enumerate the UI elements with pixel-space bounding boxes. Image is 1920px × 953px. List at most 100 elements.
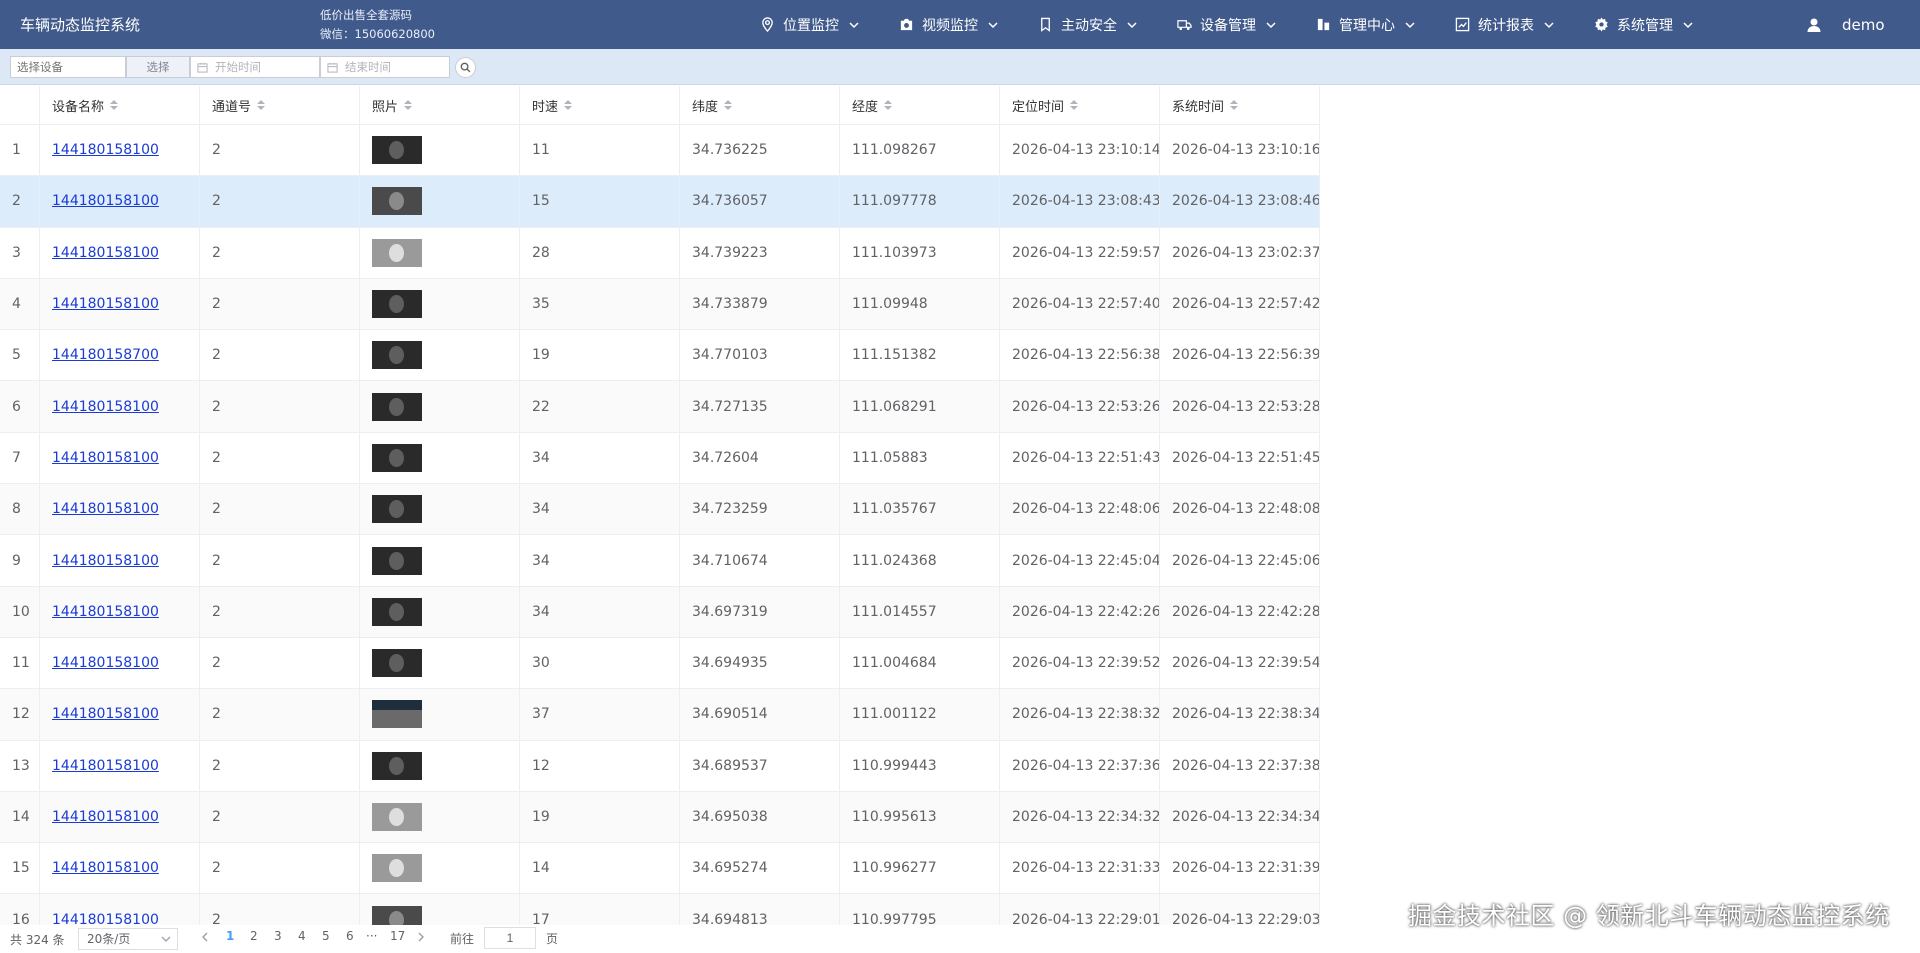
- photo-thumbnail[interactable]: [372, 546, 422, 575]
- photo-thumbnail[interactable]: [372, 187, 422, 216]
- table-row[interactable]: 15 144180158100 2 14 34.695274 110.996277 2026…: [0, 843, 1320, 895]
- search-button[interactable]: [455, 57, 476, 78]
- device-link[interactable]: 144180158100: [52, 193, 159, 209]
- page-5[interactable]: 5: [322, 929, 330, 943]
- table-row[interactable]: 7 144180158100 2 34 34.72604 111.05883 2026-04…: [0, 432, 1320, 485]
- device-link[interactable]: 144180158100: [52, 501, 159, 517]
- table-row[interactable]: 10 144180158100 2 34 34.697319 111.014557 2026…: [0, 586, 1320, 638]
- channel-cell: 2: [200, 330, 360, 381]
- device-name-cell: 144180158100: [40, 637, 200, 689]
- photo-thumbnail[interactable]: [372, 751, 422, 780]
- longitude-cell: 111.097778: [840, 176, 1000, 227]
- longitude-cell: 111.151382: [840, 330, 1000, 381]
- table-row[interactable]: 8 144180158100 2 34 34.723259 111.035767 2026-…: [0, 484, 1320, 536]
- photo-thumbnail[interactable]: [372, 597, 422, 626]
- table-row[interactable]: 9 144180158100 2 34 34.710674 111.024368 2026-…: [0, 535, 1320, 587]
- page-3[interactable]: 3: [274, 929, 282, 943]
- user-menu[interactable]: demo: [1806, 0, 1885, 49]
- table-row[interactable]: 11 144180158100 2 30 34.694935 111.004684 2026…: [0, 637, 1320, 690]
- photo-thumbnail[interactable]: [372, 803, 422, 831]
- device-link[interactable]: 144180158100: [52, 296, 159, 312]
- start-time-picker[interactable]: 开始时间: [190, 56, 320, 78]
- photo-thumbnail[interactable]: [372, 854, 422, 883]
- header-channel[interactable]: 通道号: [200, 86, 360, 124]
- nav-device-management[interactable]: 设备管理: [1177, 0, 1276, 49]
- nav-management-center[interactable]: 管理中心: [1316, 0, 1415, 49]
- page-ellipsis[interactable]: ···: [366, 929, 377, 943]
- latitude-cell: 34.695274: [680, 843, 840, 894]
- sort-icon[interactable]: [404, 100, 413, 110]
- page-6[interactable]: 6: [346, 929, 354, 943]
- photo-thumbnail[interactable]: [372, 443, 422, 472]
- nav-active-safety[interactable]: 主动安全: [1038, 0, 1137, 49]
- sort-icon[interactable]: [564, 100, 573, 110]
- page-1[interactable]: 1: [226, 929, 234, 943]
- system-time-cell: 2026-04-13 23:10:16: [1160, 125, 1320, 176]
- table-row[interactable]: 12 144180158100 2 37 34.690514 111.001122 2026…: [0, 689, 1320, 741]
- longitude-cell: 110.999443: [840, 740, 1000, 791]
- device-link[interactable]: 144180158100: [52, 655, 159, 671]
- header-device-name[interactable]: 设备名称: [40, 86, 200, 124]
- table-row[interactable]: 4 144180158100 2 35 34.733879 111.09948 2026-0…: [0, 278, 1320, 331]
- goto-label: 前往: [450, 932, 475, 946]
- channel-cell: 2: [200, 843, 360, 894]
- sort-icon[interactable]: [884, 100, 893, 110]
- header-photo[interactable]: 照片: [360, 86, 520, 124]
- page-size-select[interactable]: 20条/页: [78, 928, 178, 950]
- device-link[interactable]: 144180158100: [52, 758, 159, 774]
- end-time-picker[interactable]: 结束时间: [320, 56, 450, 78]
- device-link[interactable]: 144180158100: [52, 245, 159, 261]
- device-link[interactable]: 144180158100: [52, 706, 159, 722]
- device-name-cell: 144180158100: [40, 176, 200, 227]
- device-link[interactable]: 144180158100: [52, 450, 159, 466]
- device-link[interactable]: 144180158100: [52, 142, 159, 158]
- photo-thumbnail[interactable]: [372, 649, 422, 678]
- prev-page-icon[interactable]: [200, 932, 210, 942]
- device-link[interactable]: 144180158100: [52, 860, 159, 876]
- nav-system-management[interactable]: 系统管理: [1594, 0, 1693, 49]
- table-row[interactable]: 13 144180158100 2 12 34.689537 110.999443 2026…: [0, 740, 1320, 792]
- longitude-cell: 111.05883: [840, 432, 1000, 484]
- photo-thumbnail[interactable]: [372, 238, 422, 267]
- next-page-icon[interactable]: [416, 932, 426, 942]
- device-link[interactable]: 144180158100: [52, 604, 159, 620]
- table-row[interactable]: 3 144180158100 2 28 34.739223 111.103973 2026-…: [0, 227, 1320, 279]
- photo-thumbnail[interactable]: [372, 341, 422, 370]
- header-location-time[interactable]: 定位时间: [1000, 86, 1160, 124]
- sort-icon[interactable]: [1070, 100, 1079, 110]
- photo-thumbnail[interactable]: [372, 290, 422, 319]
- sort-icon[interactable]: [257, 100, 266, 110]
- table-row[interactable]: 14 144180158100 2 19 34.695038 110.995613 2026…: [0, 791, 1320, 844]
- page-17[interactable]: 17: [390, 929, 405, 943]
- photo-thumbnail[interactable]: [372, 495, 422, 524]
- nav-location-monitor[interactable]: 位置监控: [760, 0, 859, 49]
- device-link[interactable]: 144180158100: [52, 399, 159, 415]
- table-row[interactable]: 2 144180158100 2 15 34.736057 111.097778 2026-…: [0, 176, 1320, 228]
- channel-cell: 2: [200, 381, 360, 432]
- sort-icon[interactable]: [724, 100, 733, 110]
- header-longitude[interactable]: 经度: [840, 86, 1000, 124]
- device-link[interactable]: 144180158100: [52, 553, 159, 569]
- page-2[interactable]: 2: [250, 929, 258, 943]
- header-speed[interactable]: 时速: [520, 86, 680, 124]
- table-row[interactable]: 6 144180158100 2 22 34.727135 111.068291 2026-…: [0, 381, 1320, 433]
- photo-thumbnail[interactable]: [372, 136, 422, 165]
- table-row[interactable]: 5 144180158700 2 19 34.770103 111.151382 2026-…: [0, 330, 1320, 382]
- photo-thumbnail[interactable]: [372, 392, 422, 421]
- select-device-button[interactable]: 选择: [126, 56, 190, 78]
- photo-thumbnail[interactable]: [372, 700, 422, 729]
- device-name-cell: 144180158700: [40, 330, 200, 381]
- header-system-time[interactable]: 系统时间: [1160, 86, 1320, 124]
- device-select-input[interactable]: [10, 56, 126, 78]
- nav-statistics-reports[interactable]: 统计报表: [1455, 0, 1554, 49]
- table-row[interactable]: 1 144180158100 2 11 34.736225 111.098267 2026-…: [0, 125, 1320, 177]
- photo-cell: [360, 791, 520, 843]
- sort-icon[interactable]: [1230, 100, 1239, 110]
- device-link[interactable]: 144180158100: [52, 809, 159, 825]
- page-4[interactable]: 4: [298, 929, 306, 943]
- device-link[interactable]: 144180158700: [52, 347, 159, 363]
- header-latitude[interactable]: 纬度: [680, 86, 840, 124]
- goto-page-input[interactable]: [484, 927, 536, 949]
- nav-video-monitor[interactable]: 视频监控: [899, 0, 998, 49]
- sort-icon[interactable]: [110, 100, 119, 110]
